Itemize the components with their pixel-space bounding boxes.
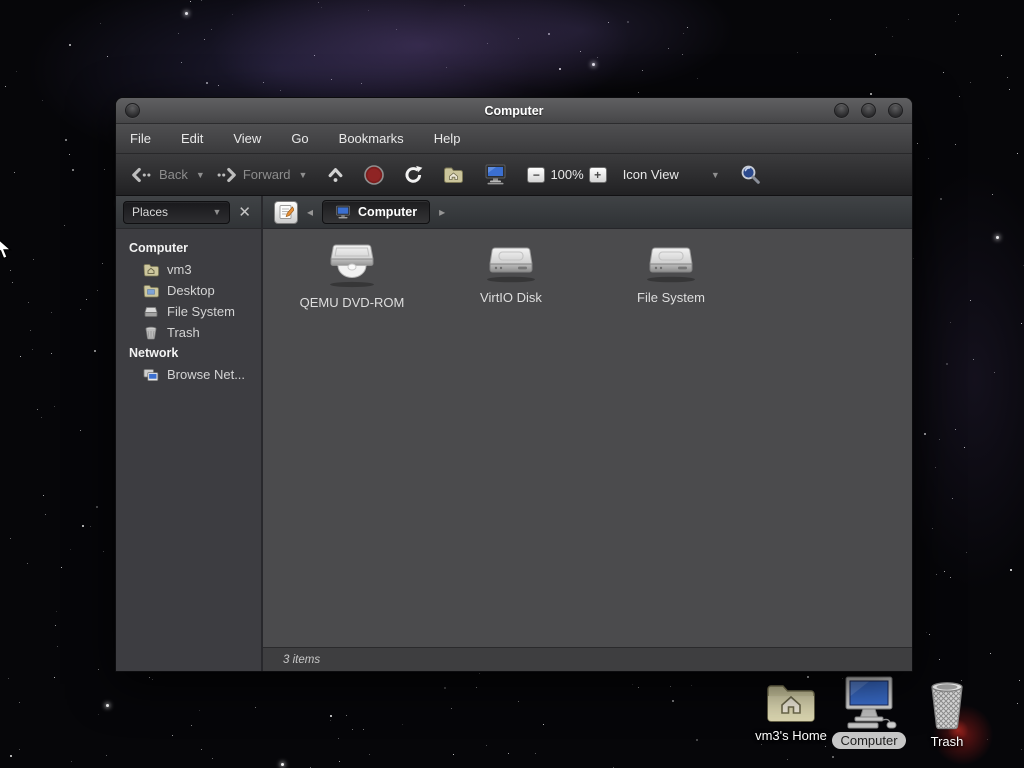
folder-desktop-icon [143,284,159,297]
search-icon [741,165,760,184]
statusbar: 3 items [263,647,912,671]
search-button[interactable] [735,160,766,189]
sidebar-item-browse-network[interactable]: Browse Net... [116,364,261,385]
hard-drive-icon [647,247,695,283]
computer-icon [845,676,897,729]
close-button[interactable] [888,103,903,118]
trash-basket-icon [931,682,963,730]
drive-icon [144,306,158,317]
back-dropdown-icon[interactable]: ▼ [196,170,205,180]
folder-home-icon [143,263,159,276]
sidebar-section-computer: Computer [129,241,189,255]
sidebar-item-label: vm3 [167,262,192,277]
desktop-icon-home[interactable]: vm3's Home [744,680,838,743]
menu-view[interactable]: View [233,131,261,146]
sidebar-close-icon[interactable]: ✕ [235,205,254,220]
view-mode-dropdown-icon: ▼ [710,169,720,180]
status-text: 3 items [283,653,321,666]
desktop-icon-label: Trash [930,734,964,749]
toolbar: Back ▼ Forward ▼ − 100% + Icon View ▼ [116,154,912,196]
trash-icon [145,326,157,339]
main-pane: ◂ Computer ▸ QEMU DVD-ROM VirtIO Disk Fi… [263,196,912,671]
window-title: Computer [484,103,544,118]
file-manager-window: Computer File Edit View Go Bookmarks Hel… [115,97,913,672]
zoom-out-button[interactable]: − [522,163,550,187]
sidebar-header: Places ▼ ✕ [116,196,261,229]
network-icon [143,368,159,381]
toggle-location-entry-button[interactable] [274,200,298,224]
computer-monitor-icon [485,164,506,185]
menubar: File Edit View Go Bookmarks Help [116,124,912,154]
sidebar-mode-combobox[interactable]: Places ▼ [123,200,231,224]
maximize-button[interactable] [861,103,876,118]
view-mode-selector[interactable]: Icon View ▼ [618,163,725,186]
mouse-cursor [0,239,13,260]
breadcrumb-label: Computer [358,205,418,219]
minimize-button[interactable] [834,103,849,118]
menu-file[interactable]: File [130,131,151,146]
file-label: QEMU DVD-ROM [299,295,405,310]
zoom-level: 100% [550,167,584,182]
computer-location-button[interactable] [479,160,512,189]
menu-go[interactable]: Go [291,131,308,146]
back-arrow-icon [132,167,151,182]
file-item-qemu-dvd-rom[interactable]: QEMU DVD-ROM [277,241,427,310]
breadcrumb-left-chevron-icon[interactable]: ◂ [307,205,313,219]
file-label: File System [637,290,705,305]
stop-icon [364,164,385,185]
breadcrumb-right-chevron-icon[interactable]: ▸ [439,205,445,219]
computer-crumb-icon [336,205,350,219]
sidebar-mode-label: Places [132,205,169,219]
menu-help[interactable]: Help [434,131,461,146]
refresh-button[interactable] [399,161,428,188]
sidebar-item-vm3[interactable]: vm3 [116,259,261,280]
forward-button[interactable]: Forward ▼ [210,163,313,187]
edit-location-icon [279,205,294,219]
menu-bookmarks[interactable]: Bookmarks [339,131,404,146]
stop-button[interactable] [359,161,389,189]
forward-label: Forward [242,167,291,182]
sidebar-item-desktop[interactable]: Desktop [116,280,261,301]
desktop-icon-label-selected: Computer [832,732,906,749]
titlebar[interactable]: Computer [116,98,912,124]
file-item-virtio-disk[interactable]: VirtIO Disk [436,241,586,305]
zoom-in-button[interactable]: + [584,163,612,187]
back-button[interactable]: Back ▼ [126,163,210,187]
home-button[interactable] [438,162,469,188]
sidebar-section-network: Network [129,346,179,360]
sidebar-item-label: Desktop [167,283,215,298]
sidebar-list: Computer vm3 Desktop File System Trash N… [116,229,261,385]
file-label: VirtIO Disk [480,290,542,305]
sidebar-item-label: Browse Net... [167,367,246,382]
desktop-icon-computer[interactable]: Computer [826,676,912,749]
zoom-out-icon: − [527,166,546,183]
refresh-icon [405,165,423,183]
hard-drive-icon [487,247,535,283]
forward-dropdown-icon[interactable]: ▼ [299,170,308,180]
forward-arrow-icon [217,167,236,182]
sidebar-mode-dropdown-icon: ▼ [212,207,222,217]
pathbar: ◂ Computer ▸ [263,196,912,229]
optical-drive-icon [330,244,374,288]
places-sidebar: Places ▼ ✕ Computer vm3 Desktop File Sys… [116,196,263,671]
desktop-icon-label: vm3's Home [755,728,827,743]
sidebar-item-file-system[interactable]: File System [116,301,261,322]
folder-home-icon [767,685,815,722]
sidebar-item-label: Trash [167,325,200,340]
sidebar-item-label: File System [167,304,235,319]
home-folder-icon [444,167,464,183]
up-arrow-icon [329,168,343,182]
zoom-in-icon: + [588,166,607,183]
desktop-icon-trash[interactable]: Trash [908,681,986,749]
sidebar-item-trash[interactable]: Trash [116,322,261,343]
view-mode-label: Icon View [622,167,679,182]
breadcrumb-computer[interactable]: Computer [322,200,431,224]
menu-edit[interactable]: Edit [181,131,203,146]
up-button[interactable] [322,162,349,187]
file-icon-view[interactable]: QEMU DVD-ROM VirtIO Disk File System [263,229,912,647]
back-label: Back [159,167,188,182]
window-menu-button[interactable] [125,103,140,118]
file-item-file-system[interactable]: File System [596,241,746,305]
